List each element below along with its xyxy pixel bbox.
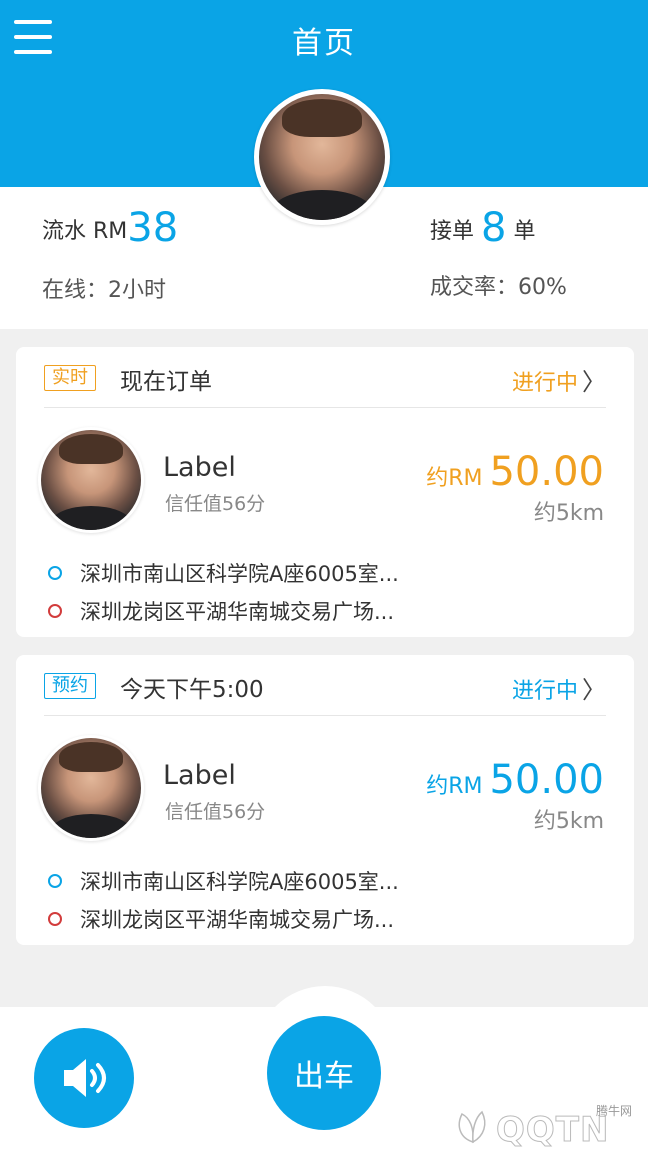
- chevron-right-icon: 〉: [582, 368, 606, 396]
- orders-label: 接单: [430, 219, 481, 244]
- order-type-tag: 预约: [44, 673, 96, 699]
- order-status-label: 进行中: [511, 679, 578, 704]
- online-time: 在线：2小时: [42, 278, 166, 303]
- order-card-header: 实时 现在订单 进行中〉: [44, 347, 606, 408]
- order-title: 现在订单: [120, 369, 212, 395]
- order-status-label: 进行中: [511, 371, 578, 396]
- passenger-avatar[interactable]: [38, 427, 144, 533]
- revenue-stat: 流水 RM38: [42, 205, 178, 251]
- price-amount: 50.00: [489, 757, 604, 803]
- pickup-address: 深圳市南山区科学院A座6005室...: [48, 558, 399, 588]
- deal-rate: 成交率：60%: [430, 275, 567, 300]
- start-driving-button[interactable]: 出车: [267, 1016, 381, 1130]
- dropoff-address: 深圳龙岗区平湖华南城交易广场...: [48, 904, 394, 934]
- watermark-text: QQTN: [495, 1110, 610, 1151]
- driver-avatar[interactable]: [254, 89, 390, 225]
- start-dot-icon: [48, 566, 62, 580]
- watermark-logo: QQTN 腾牛网: [450, 1100, 640, 1151]
- price-prefix: 约RM: [426, 774, 490, 799]
- revenue-label: 流水 RM: [42, 219, 128, 244]
- order-status-link[interactable]: 进行中〉: [512, 670, 606, 705]
- leaf-icon: [458, 1110, 486, 1144]
- price-amount: 50.00: [489, 449, 604, 495]
- order-distance: 约5km: [533, 501, 604, 526]
- watermark-small-text: 腾牛网: [595, 1104, 632, 1118]
- passenger-name: Label: [163, 760, 236, 791]
- dropoff-address-text: 深圳龙岗区平湖华南城交易广场...: [80, 600, 395, 624]
- page-title: 首页: [292, 26, 356, 61]
- order-status-link[interactable]: 进行中〉: [512, 362, 606, 397]
- order-title: 今天下午5:00: [120, 677, 264, 703]
- order-card-header: 预约 今天下午5:00 进行中〉: [44, 655, 606, 716]
- order-price: 约RM 50.00: [426, 449, 604, 495]
- orders-stat: 接单 8 单: [430, 205, 535, 251]
- pickup-address: 深圳市南山区科学院A座6005室...: [48, 866, 399, 896]
- order-card-reservation[interactable]: 预约 今天下午5:00 进行中〉 Label 信任值56分 约RM 50.00 …: [16, 655, 634, 945]
- speaker-icon: [64, 1059, 106, 1097]
- orders-unit: 单: [506, 219, 536, 244]
- orders-value: 8: [481, 205, 507, 251]
- revenue-value: 38: [127, 205, 179, 251]
- end-dot-icon: [48, 604, 62, 618]
- order-type-tag: 实时: [44, 365, 96, 391]
- passenger-trust-score: 信任值56分: [165, 493, 266, 515]
- dropoff-address-text: 深圳龙岗区平湖华南城交易广场...: [80, 908, 395, 932]
- order-distance: 约5km: [533, 809, 604, 834]
- sound-button[interactable]: [34, 1028, 134, 1128]
- passenger-name: Label: [163, 452, 236, 483]
- dropoff-address: 深圳龙岗区平湖华南城交易广场...: [48, 596, 394, 626]
- order-card-realtime[interactable]: 实时 现在订单 进行中〉 Label 信任值56分 约RM 50.00 约5km…: [16, 347, 634, 637]
- end-dot-icon: [48, 912, 62, 926]
- chevron-right-icon: 〉: [582, 676, 606, 704]
- pickup-address-text: 深圳市南山区科学院A座6005室...: [80, 562, 399, 586]
- start-dot-icon: [48, 874, 62, 888]
- price-prefix: 约RM: [426, 466, 490, 491]
- order-price: 约RM 50.00: [426, 757, 604, 803]
- passenger-avatar[interactable]: [38, 735, 144, 841]
- passenger-trust-score: 信任值56分: [165, 801, 266, 823]
- pickup-address-text: 深圳市南山区科学院A座6005室...: [80, 870, 399, 894]
